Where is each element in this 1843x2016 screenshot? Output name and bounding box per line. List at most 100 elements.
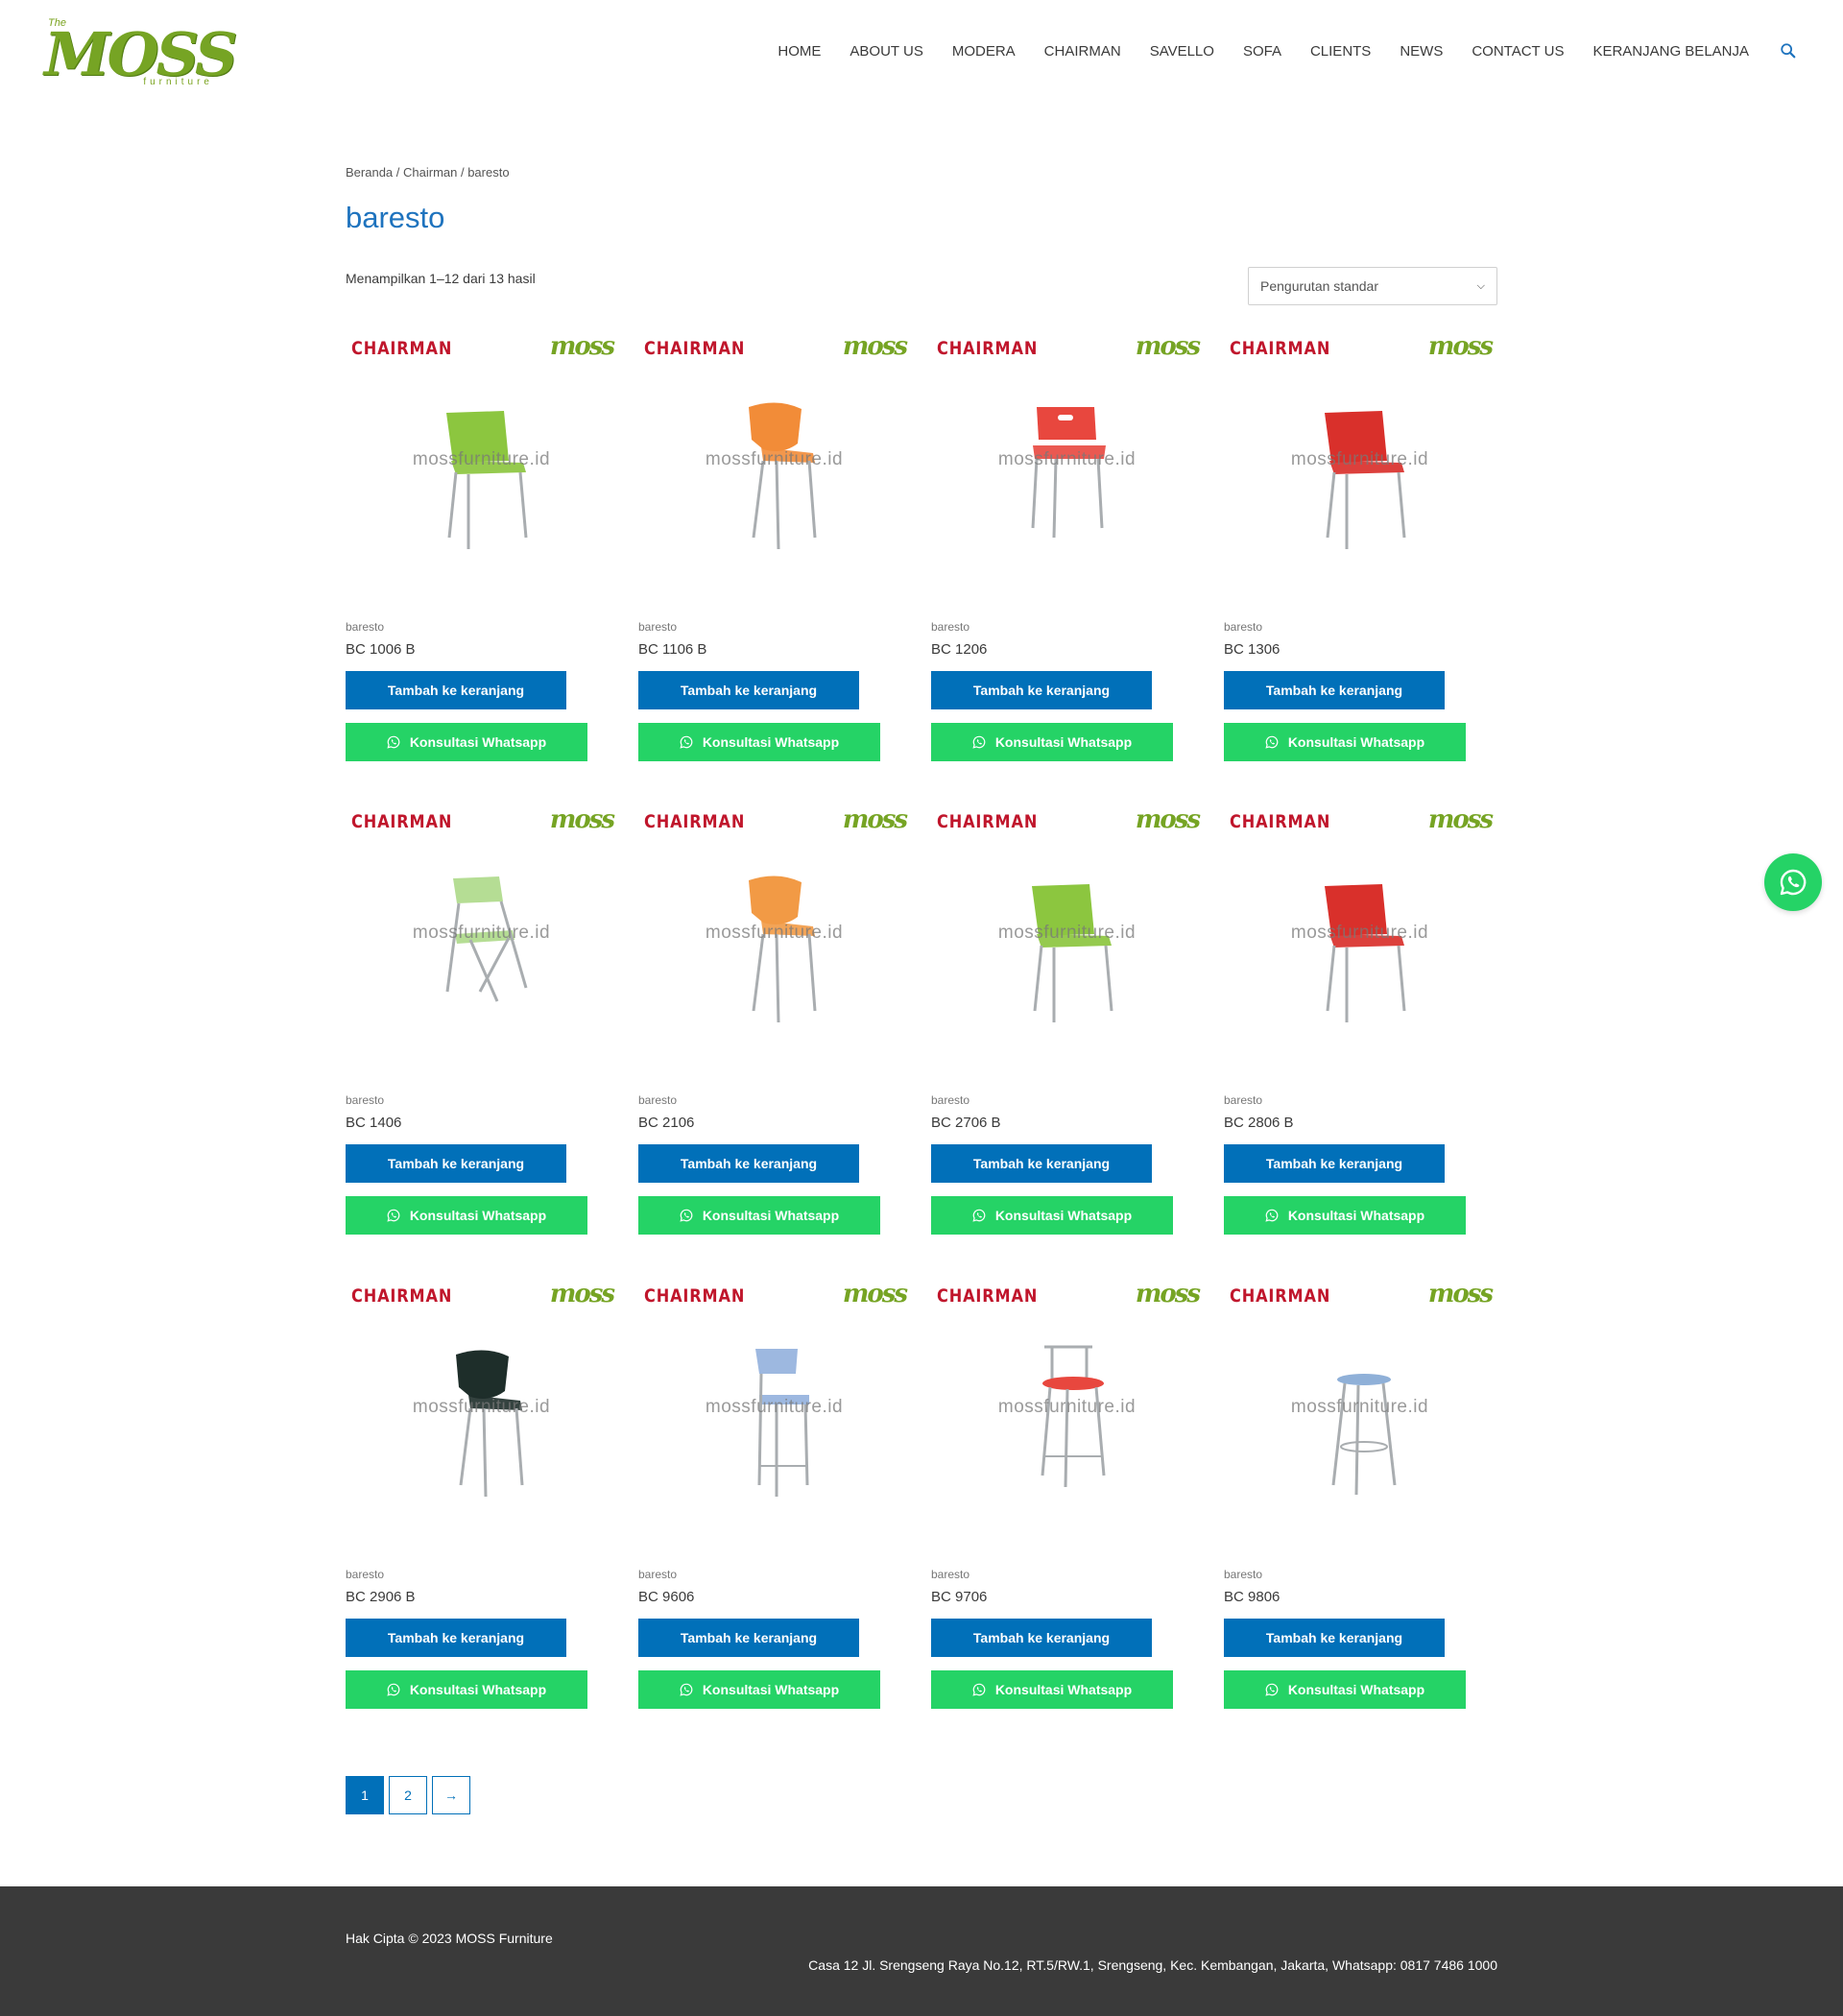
product-image[interactable]: CHAIRMAN moss mossfurniture.id <box>931 1274 1203 1552</box>
chair-image <box>1331 1374 1397 1496</box>
product-image[interactable]: CHAIRMAN moss mossfurniture.id <box>346 326 617 605</box>
page-1[interactable]: 1 <box>346 1776 384 1814</box>
product-moss-mark: moss <box>842 332 908 361</box>
product-image[interactable]: CHAIRMAN moss mossfurniture.id <box>1224 1274 1496 1552</box>
whatsapp-consult-button[interactable]: Konsultasi Whatsapp <box>931 1670 1173 1709</box>
product-image[interactable]: CHAIRMAN moss mossfurniture.id <box>931 326 1203 605</box>
whatsapp-consult-button[interactable]: Konsultasi Whatsapp <box>931 1196 1173 1235</box>
nav-about-us[interactable]: ABOUT US <box>850 43 922 60</box>
add-to-cart-button[interactable]: Tambah ke keranjang <box>931 671 1152 709</box>
product-category[interactable]: baresto <box>931 620 1203 634</box>
whatsapp-icon <box>1780 869 1807 896</box>
product-moss-mark: moss <box>1135 1280 1201 1308</box>
whatsapp-consult-button[interactable]: Konsultasi Whatsapp <box>638 1196 880 1235</box>
whatsapp-consult-button[interactable]: Konsultasi Whatsapp <box>346 1196 587 1235</box>
search-icon[interactable] <box>1780 42 1797 60</box>
product-image[interactable]: CHAIRMAN moss mossfurniture.id <box>1224 800 1496 1078</box>
product-category[interactable]: baresto <box>346 1093 617 1107</box>
chevron-down-icon: ⌵ <box>1476 279 1485 292</box>
whatsapp-consult-label: Konsultasi Whatsapp <box>1287 734 1425 750</box>
product-image[interactable]: CHAIRMAN moss mossfurniture.id <box>638 1274 910 1552</box>
product-category[interactable]: baresto <box>346 620 617 634</box>
whatsapp-consult-button[interactable]: Konsultasi Whatsapp <box>346 1670 587 1709</box>
product-watermark: mossfurniture.id <box>997 1397 1137 1417</box>
page-2[interactable]: 2 <box>389 1776 427 1814</box>
add-to-cart-button[interactable]: Tambah ke keranjang <box>1224 671 1445 709</box>
nav-savello[interactable]: SAVELLO <box>1150 43 1214 60</box>
product-category[interactable]: baresto <box>931 1093 1203 1107</box>
product-image[interactable]: CHAIRMAN moss mossfurniture.id <box>638 800 910 1078</box>
add-to-cart-button[interactable]: Tambah ke keranjang <box>638 1144 859 1183</box>
product-category[interactable]: baresto <box>638 620 910 634</box>
whatsapp-consult-button[interactable]: Konsultasi Whatsapp <box>1224 1670 1466 1709</box>
product-category[interactable]: baresto <box>638 1093 910 1107</box>
add-to-cart-button[interactable]: Tambah ke keranjang <box>1224 1619 1445 1657</box>
whatsapp-consult-button[interactable]: Konsultasi Whatsapp <box>1224 723 1466 761</box>
product-name[interactable]: BC 1006 B <box>346 641 617 658</box>
product-image[interactable]: CHAIRMAN moss mossfurniture.id <box>1224 326 1496 605</box>
product-name[interactable]: BC 1306 <box>1224 641 1496 658</box>
whatsapp-consult-button[interactable]: Konsultasi Whatsapp <box>346 723 587 761</box>
add-to-cart-button[interactable]: Tambah ke keranjang <box>346 1619 566 1657</box>
logo-wordmark: MOSS <box>44 19 238 89</box>
whatsapp-consult-button[interactable]: Konsultasi Whatsapp <box>638 1670 880 1709</box>
product-image[interactable]: CHAIRMAN moss mossfurniture.id <box>346 1274 617 1552</box>
whatsapp-consult-button[interactable]: Konsultasi Whatsapp <box>638 723 880 761</box>
nav-home[interactable]: HOME <box>778 43 821 60</box>
product-brand-label: CHAIRMAN <box>937 1285 1039 1307</box>
product-image[interactable]: CHAIRMAN moss mossfurniture.id <box>931 800 1203 1078</box>
nav-modera[interactable]: MODERA <box>952 43 1016 60</box>
product-watermark: mossfurniture.id <box>412 923 551 943</box>
whatsapp-consult-button[interactable]: Konsultasi Whatsapp <box>1224 1196 1466 1235</box>
product-card: CHAIRMAN moss mossfurniture.id baresto B… <box>346 800 617 1235</box>
product-name[interactable]: BC 9806 <box>1224 1589 1496 1605</box>
product-name[interactable]: BC 1406 <box>346 1115 617 1131</box>
product-name[interactable]: BC 1206 <box>931 641 1203 658</box>
breadcrumb-parent[interactable]: Chairman <box>403 165 457 180</box>
nav-sofa[interactable]: SOFA <box>1243 43 1281 60</box>
product-category[interactable]: baresto <box>638 1568 910 1581</box>
nav-cart[interactable]: KERANJANG BELANJA <box>1592 43 1749 60</box>
product-name[interactable]: BC 9606 <box>638 1589 910 1605</box>
product-category[interactable]: baresto <box>346 1568 617 1581</box>
add-to-cart-button[interactable]: Tambah ke keranjang <box>638 671 859 709</box>
add-to-cart-button[interactable]: Tambah ke keranjang <box>931 1619 1152 1657</box>
whatsapp-consult-label: Konsultasi Whatsapp <box>994 1682 1133 1697</box>
product-image[interactable]: CHAIRMAN moss mossfurniture.id <box>638 326 910 605</box>
product-watermark: mossfurniture.id <box>1290 923 1429 943</box>
product-category[interactable]: baresto <box>1224 1093 1496 1107</box>
page-next[interactable]: → <box>432 1776 470 1814</box>
whatsapp-consult-button[interactable]: Konsultasi Whatsapp <box>931 723 1173 761</box>
add-to-cart-button[interactable]: Tambah ke keranjang <box>346 671 566 709</box>
product-name[interactable]: BC 9706 <box>931 1589 1203 1605</box>
product-category[interactable]: baresto <box>1224 620 1496 634</box>
floating-whatsapp-button[interactable] <box>1764 853 1822 911</box>
product-name[interactable]: BC 2706 B <box>931 1115 1203 1131</box>
add-to-cart-button[interactable]: Tambah ke keranjang <box>1224 1144 1445 1183</box>
whatsapp-icon <box>972 735 986 749</box>
product-name[interactable]: BC 2106 <box>638 1115 910 1131</box>
product-watermark: mossfurniture.id <box>1290 1397 1429 1417</box>
product-category[interactable]: baresto <box>1224 1568 1496 1581</box>
shop-content: Beranda / Chairman / baresto baresto Men… <box>346 165 1497 1814</box>
nav-clients[interactable]: CLIENTS <box>1310 43 1371 60</box>
moss-logo[interactable]: The MOSS furniture <box>44 17 238 90</box>
product-name[interactable]: BC 2806 B <box>1224 1115 1496 1131</box>
whatsapp-icon <box>1265 1209 1279 1222</box>
product-brand-label: CHAIRMAN <box>644 338 746 359</box>
sort-select[interactable]: Pengurutan standar ⌵ <box>1248 267 1497 305</box>
whatsapp-consult-label: Konsultasi Whatsapp <box>1287 1208 1425 1223</box>
product-name[interactable]: BC 1106 B <box>638 641 910 658</box>
whatsapp-icon <box>387 735 400 749</box>
add-to-cart-button[interactable]: Tambah ke keranjang <box>346 1144 566 1183</box>
nav-news[interactable]: NEWS <box>1400 43 1443 60</box>
add-to-cart-button[interactable]: Tambah ke keranjang <box>638 1619 859 1657</box>
breadcrumb-home[interactable]: Beranda <box>346 165 393 180</box>
nav-contact-us[interactable]: CONTACT US <box>1472 43 1564 60</box>
add-to-cart-button[interactable]: Tambah ke keranjang <box>931 1144 1152 1183</box>
nav-chairman[interactable]: CHAIRMAN <box>1044 43 1121 60</box>
product-image[interactable]: CHAIRMAN moss mossfurniture.id <box>346 800 617 1078</box>
whatsapp-icon <box>972 1209 986 1222</box>
product-category[interactable]: baresto <box>931 1568 1203 1581</box>
product-name[interactable]: BC 2906 B <box>346 1589 617 1605</box>
